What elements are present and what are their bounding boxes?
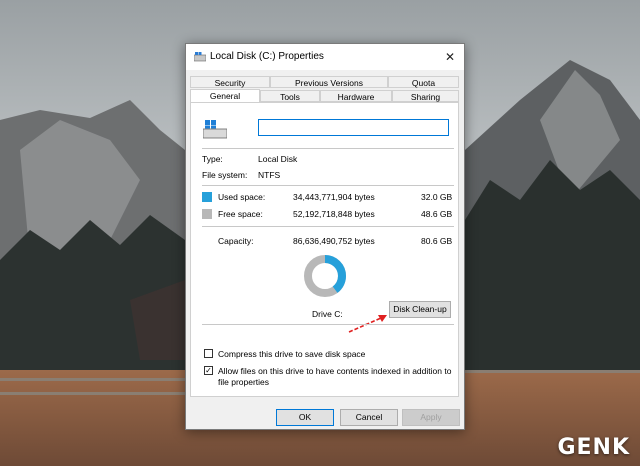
index-checkbox[interactable]: ✓ <box>204 366 213 375</box>
compress-checkbox[interactable] <box>204 349 213 358</box>
drive-icon <box>194 52 206 62</box>
title-bar[interactable]: Local Disk (C:) Properties ✕ <box>186 44 464 70</box>
tab-previous-versions[interactable]: Previous Versions <box>270 76 388 88</box>
disk-cleanup-button[interactable]: Disk Clean-up <box>389 301 451 318</box>
general-panel: Type: Local Disk File system: NTFS Used … <box>190 102 459 397</box>
window-title: Local Disk (C:) Properties <box>210 51 324 62</box>
cancel-button[interactable]: Cancel <box>340 409 398 426</box>
separator <box>202 226 454 227</box>
tab-sharing[interactable]: Sharing <box>392 90 459 102</box>
tab-hardware[interactable]: Hardware <box>320 90 392 102</box>
close-button[interactable]: ✕ <box>436 44 464 70</box>
index-label-line2: file properties <box>218 377 270 387</box>
free-space-size: 48.6 GB <box>421 209 453 219</box>
separator <box>202 148 454 149</box>
separator <box>202 324 454 325</box>
free-space-label: Free space: <box>218 209 263 219</box>
file-system-value: NTFS <box>258 170 281 180</box>
drive-label: Drive C: <box>312 309 343 319</box>
tab-tools[interactable]: Tools <box>260 90 320 102</box>
free-space-bytes: 52,192,718,848 bytes <box>293 209 375 219</box>
genk-watermark: GENK <box>557 435 630 460</box>
used-space-swatch <box>202 192 212 202</box>
used-space-bytes: 34,443,771,904 bytes <box>293 192 375 202</box>
drive-large-icon <box>203 120 227 139</box>
free-space-swatch <box>202 209 212 219</box>
separator <box>202 185 454 186</box>
ok-button[interactable]: OK <box>276 409 334 426</box>
type-label: Type: <box>202 154 223 164</box>
tab-quota[interactable]: Quota <box>388 76 459 88</box>
index-label-line1: Allow files on this drive to have conten… <box>218 366 452 376</box>
capacity-label: Capacity: <box>218 236 254 246</box>
compress-label: Compress this drive to save disk space <box>218 349 366 359</box>
file-system-label: File system: <box>202 170 248 180</box>
used-space-label: Used space: <box>218 192 266 202</box>
drive-name-input[interactable] <box>258 119 449 136</box>
tab-security[interactable]: Security <box>190 76 270 88</box>
capacity-bytes: 86,636,490,752 bytes <box>293 236 375 246</box>
used-space-size: 32.0 GB <box>421 192 453 202</box>
close-icon: ✕ <box>444 50 456 64</box>
disk-usage-donut <box>304 255 346 297</box>
tab-general[interactable]: General <box>190 89 260 103</box>
apply-button[interactable]: Apply <box>402 409 460 426</box>
capacity-size: 80.6 GB <box>421 236 453 246</box>
properties-dialog: Local Disk (C:) Properties ✕ Security Pr… <box>185 43 465 430</box>
type-value: Local Disk <box>258 154 298 164</box>
